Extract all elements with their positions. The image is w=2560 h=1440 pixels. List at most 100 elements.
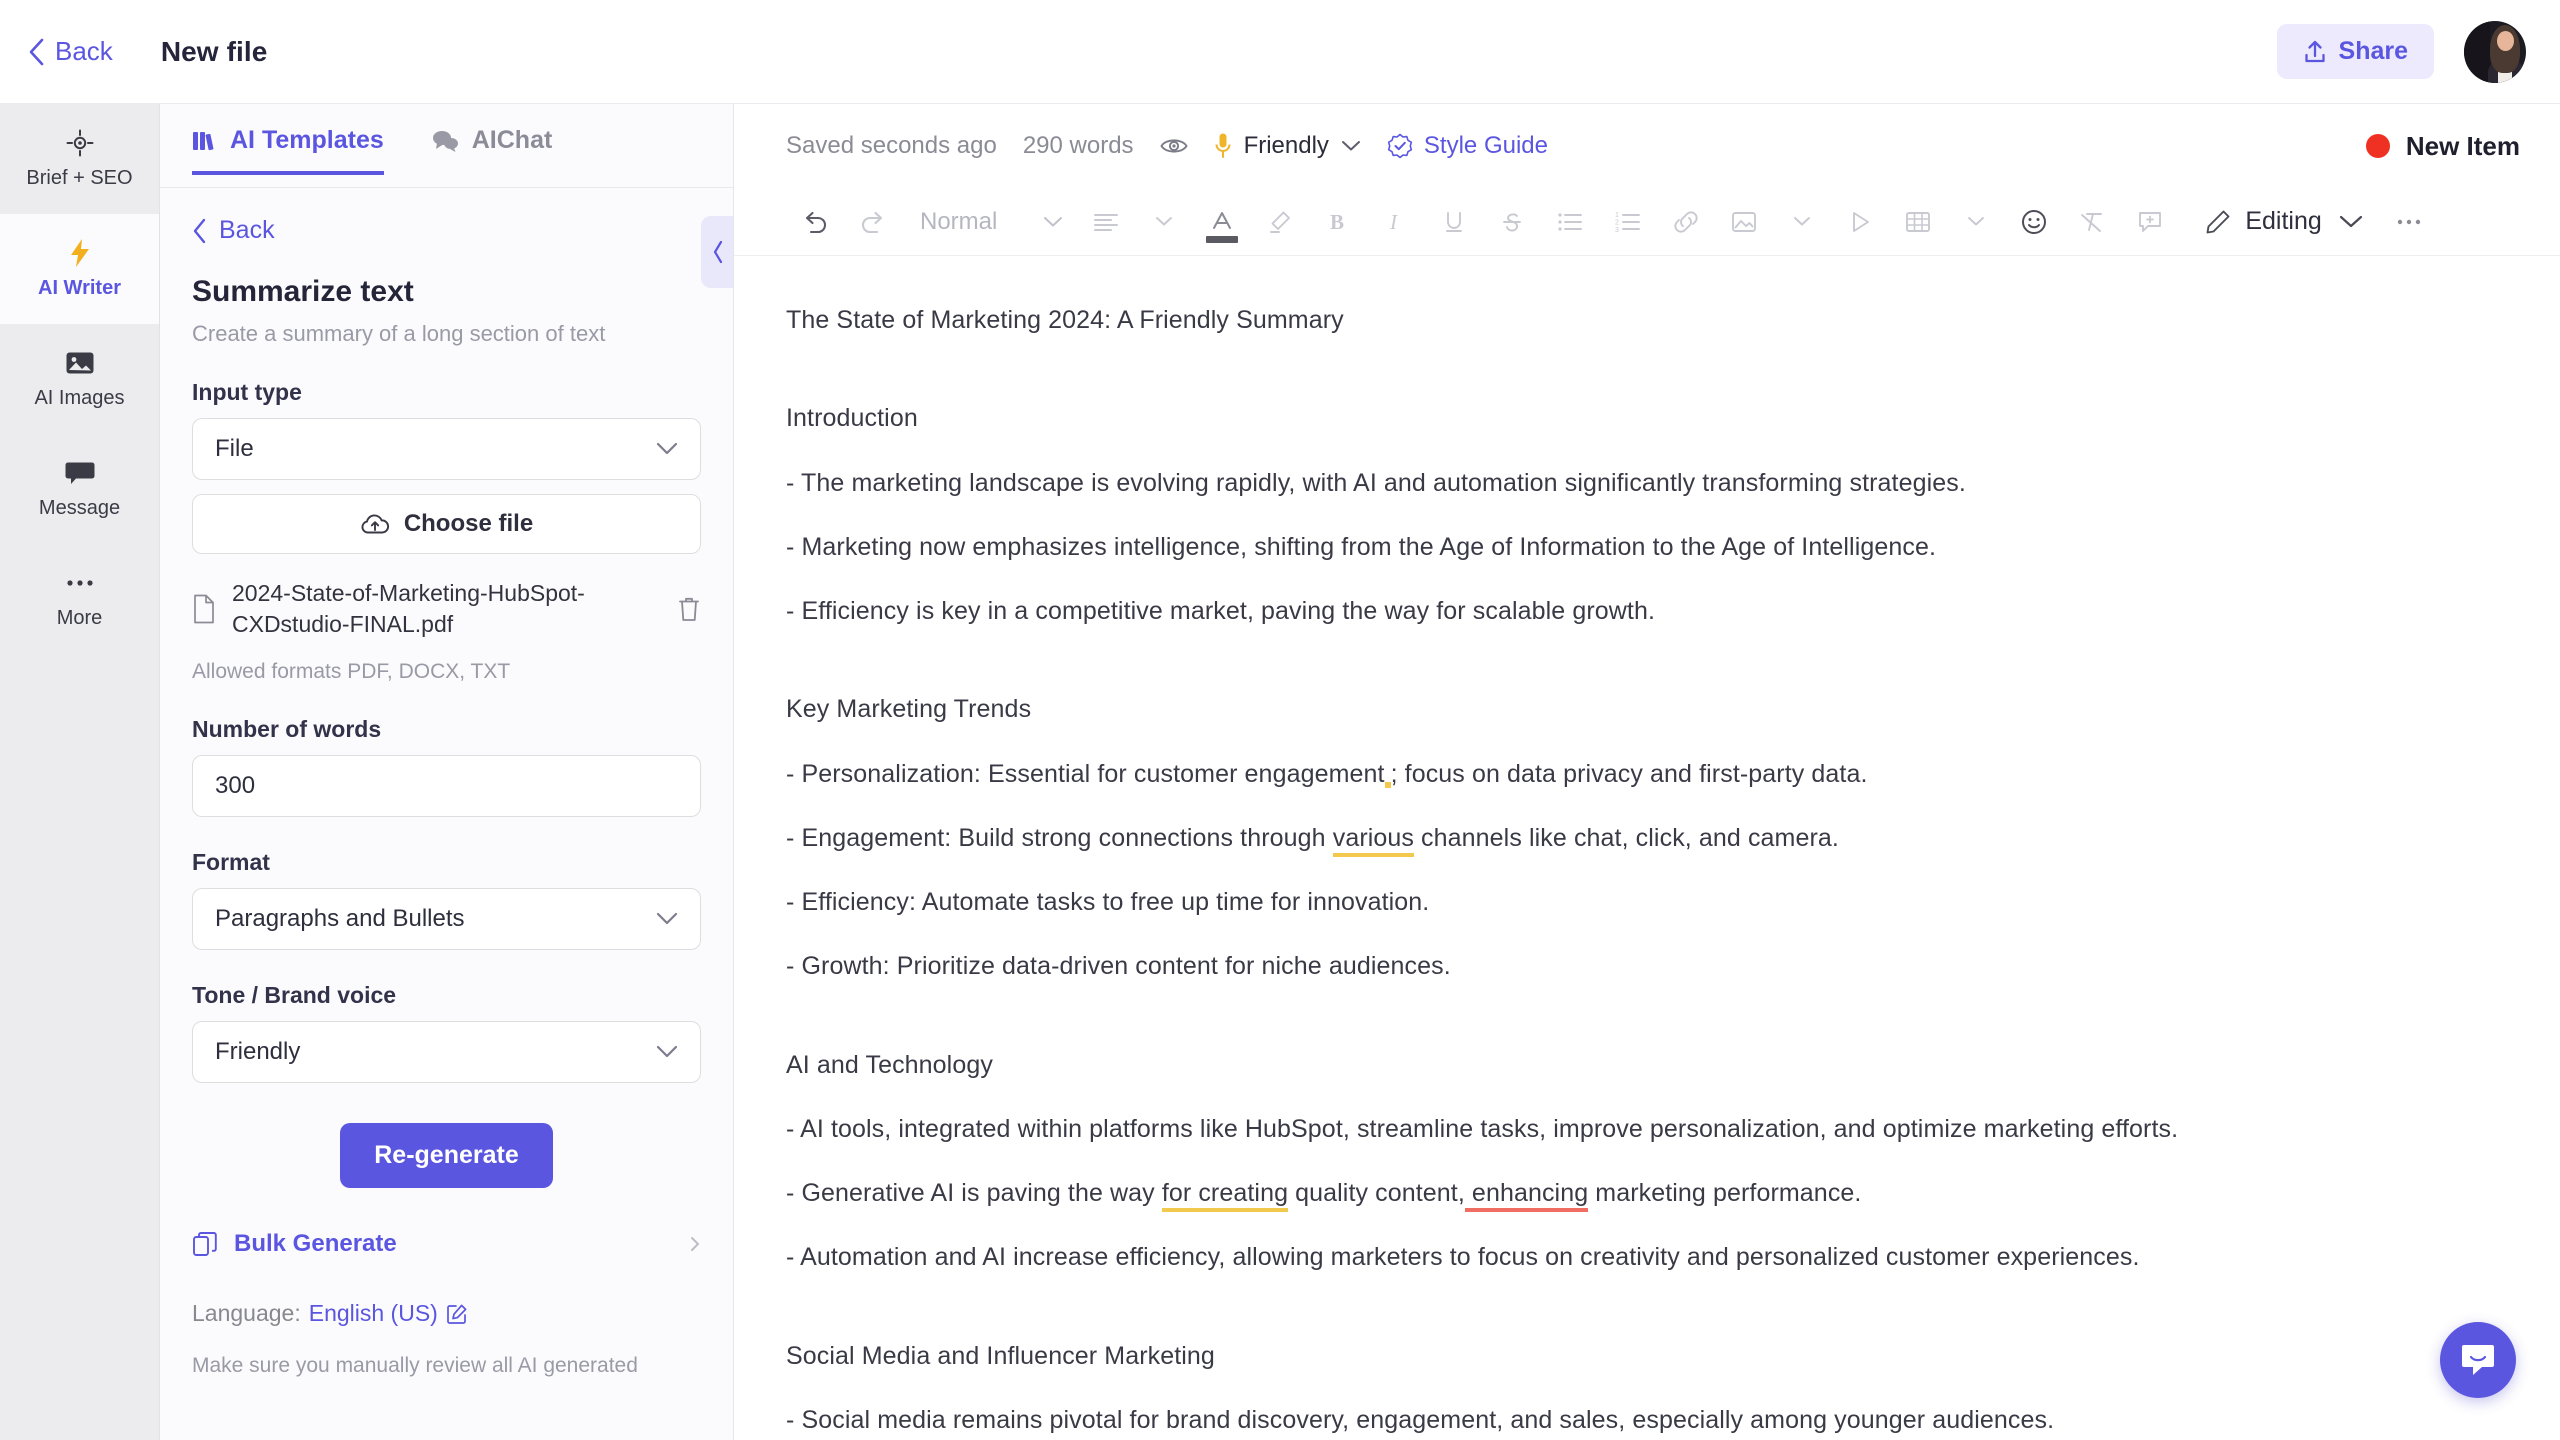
strikethrough-button[interactable] (1483, 196, 1541, 248)
new-item-button[interactable]: New Item (2365, 130, 2520, 162)
chevron-left-icon (192, 218, 207, 244)
redo-button[interactable] (844, 196, 902, 248)
panel-back-button[interactable]: Back (192, 216, 701, 245)
new-item-label: New Item (2405, 130, 2520, 161)
number-of-words-input[interactable]: 300 (192, 755, 701, 818)
edit-language-icon[interactable] (446, 1303, 468, 1325)
body-row: Brief + SEO AI Writer AI Images Message … (0, 104, 2560, 1440)
font-color-button[interactable] (1193, 196, 1251, 248)
lightning-icon (68, 238, 92, 268)
choose-file-button[interactable]: Choose file (192, 494, 701, 554)
insert-image-dropdown[interactable] (1773, 196, 1831, 248)
input-type-label: Input type (192, 379, 302, 405)
allowed-formats-note: Allowed formats PDF, DOCX, TXT (192, 660, 511, 684)
rail-item-label: AI Images (34, 387, 125, 409)
bulk-generate-row[interactable]: Bulk Generate (192, 1230, 701, 1258)
numbered-list-button[interactable]: 1 2 3 (1599, 196, 1657, 248)
doc-line: - Social media remains pivotal for brand… (786, 1405, 2055, 1434)
tab-ai-templates[interactable]: AI Templates (192, 126, 384, 175)
image-icon (65, 348, 95, 378)
suggestion-red[interactable]: enhancing (1464, 1179, 1589, 1212)
link-button[interactable] (1657, 196, 1715, 248)
doc-line: - Efficiency is key in a competitive mar… (786, 597, 1656, 625)
italic-button[interactable]: I (1367, 196, 1425, 248)
number-of-words-value: 300 (215, 772, 256, 800)
rail-item-label: Message (38, 497, 121, 519)
copy-icon (192, 1231, 218, 1257)
check-badge-icon (1387, 133, 1413, 159)
tone-value: Friendly (1243, 132, 1329, 159)
bold-button[interactable]: B (1309, 196, 1367, 248)
doc-heading-introduction: Introduction (786, 404, 918, 433)
insert-table-button[interactable] (1889, 196, 1947, 248)
rail-item-message[interactable]: Message (0, 434, 159, 544)
language-row: Language: English (US) (192, 1300, 701, 1327)
rail-item-brief-seo[interactable]: Brief + SEO (0, 104, 159, 214)
editing-mode-dropdown[interactable] (2322, 196, 2380, 248)
tone-select[interactable]: Friendly (192, 1021, 701, 1084)
editor-toolbar: Normal B I 1 2 3 Editing (734, 188, 2560, 256)
doc-line: - Personalization: Essential for custome… (786, 756, 2500, 792)
collapse-panel-button[interactable] (701, 216, 733, 288)
tone-selector[interactable]: Friendly (1214, 132, 1361, 160)
back-button-label: Back (55, 36, 113, 66)
template-subtitle: Create a summary of a long section of te… (192, 321, 606, 346)
doc-line: - Automation and AI increase efficiency,… (786, 1243, 2140, 1272)
support-chat-button[interactable] (2440, 1322, 2516, 1398)
align-button[interactable] (1077, 196, 1135, 248)
svg-text:I: I (1389, 210, 1398, 234)
document-content[interactable]: The State of Marketing 2024: A Friendly … (734, 256, 2560, 1440)
panel-tabs: AI Templates AIChat (160, 104, 733, 188)
undo-button[interactable] (786, 196, 844, 248)
regenerate-button[interactable]: Re-generate (340, 1123, 553, 1189)
uploaded-file-name: 2024-State-of-Marketing-HubSpot-CXDstudi… (232, 580, 585, 638)
rail-item-ai-writer[interactable]: AI Writer (0, 214, 159, 324)
block-style-dropdown[interactable]: Normal (902, 208, 1077, 236)
highlight-button[interactable] (1251, 196, 1309, 248)
tab-aichat[interactable]: AIChat (432, 126, 552, 171)
app-root: Back New file Share Brief + SEO AI Write… (0, 0, 2560, 1440)
input-type-value: File (215, 435, 254, 462)
chevron-down-icon (656, 1045, 678, 1059)
regenerate-row: Re-generate (192, 1123, 701, 1189)
rail-item-label: Brief + SEO (26, 167, 133, 189)
preview-eye-icon[interactable] (1159, 135, 1188, 157)
number-of-words-label: Number of words (192, 716, 382, 743)
input-type-select[interactable]: File (192, 418, 701, 480)
doc-line: - Engagement: Build strong connections t… (786, 820, 2500, 857)
editing-mode-button[interactable]: Editing (2195, 207, 2322, 236)
format-select[interactable]: Paragraphs and Bullets (192, 888, 701, 951)
rail-item-ai-images[interactable]: AI Images (0, 324, 159, 434)
word-count: 290 words (1022, 132, 1134, 159)
style-guide-button[interactable]: Style Guide (1387, 132, 1548, 160)
insert-table-dropdown[interactable] (1947, 196, 2005, 248)
doc-heading-key-marketing-trends: Key Marketing Trends (786, 695, 1032, 724)
panel-back-label: Back (219, 216, 275, 244)
bulleted-list-button[interactable] (1541, 196, 1599, 248)
rail-item-more[interactable]: More (0, 544, 159, 654)
tone-label: Tone / Brand voice (192, 982, 397, 1009)
share-button[interactable]: Share (2276, 24, 2434, 79)
doc-text: marketing performance. (1588, 1179, 1862, 1207)
back-button[interactable]: Back (28, 36, 113, 67)
suggestion-yellow[interactable]: various (1332, 823, 1415, 857)
delete-file-icon[interactable] (677, 596, 701, 622)
clear-formatting-button[interactable] (2063, 196, 2121, 248)
insert-image-button[interactable] (1715, 196, 1773, 248)
more-options-button[interactable] (2380, 196, 2438, 248)
saved-status: Saved seconds ago (786, 132, 997, 159)
doc-text: quality content, (1288, 1179, 1465, 1207)
avatar[interactable] (2464, 20, 2526, 83)
ai-disclaimer: Make sure you manually review all AI gen… (192, 1354, 638, 1378)
suggestion-yellow[interactable]: for creating (1161, 1179, 1289, 1212)
underline-button[interactable] (1425, 196, 1483, 248)
language-value[interactable]: English (US) (309, 1300, 438, 1327)
target-icon (66, 128, 94, 158)
svg-text:1: 1 (1615, 212, 1619, 219)
add-comment-button[interactable] (2121, 196, 2179, 248)
chevron-down-icon (656, 442, 678, 456)
insert-video-button[interactable] (1831, 196, 1889, 248)
align-dropdown[interactable] (1135, 196, 1193, 248)
emoji-button[interactable] (2005, 196, 2063, 248)
document-meta-bar: Saved seconds ago 290 words Friendly Sty… (734, 104, 2560, 188)
